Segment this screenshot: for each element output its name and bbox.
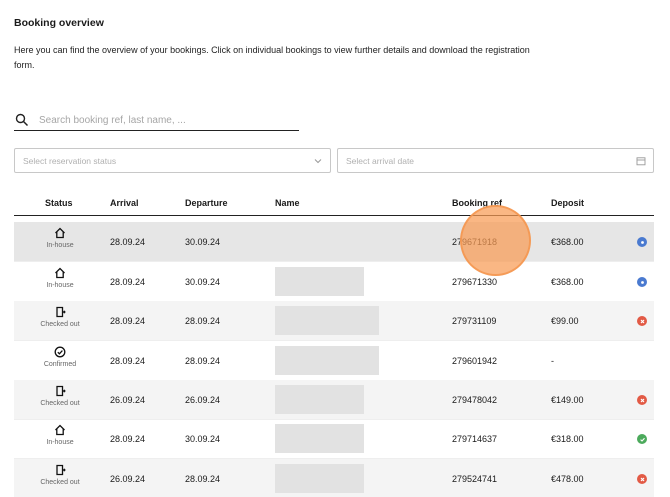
status-cell: In-house	[30, 267, 90, 289]
name-redacted	[275, 424, 364, 453]
column-booking-ref[interactable]: Booking ref	[452, 198, 502, 208]
check-circle-icon[interactable]	[637, 434, 647, 444]
deposit-amount: €318.00	[551, 434, 584, 444]
arrival-date: 26.09.24	[110, 395, 146, 405]
x-circle-icon[interactable]	[637, 316, 647, 326]
arrival-date: 28.09.24	[110, 434, 146, 444]
x-circle-icon[interactable]	[637, 474, 647, 484]
column-status[interactable]: Status	[45, 198, 73, 208]
name-redacted	[275, 306, 379, 335]
name-redacted	[275, 346, 379, 375]
reservation-status-select[interactable]: Select reservation status	[14, 148, 331, 173]
departure-date: 28.09.24	[185, 474, 221, 484]
deposit-amount: €368.00	[551, 277, 584, 287]
status-label: In-house	[46, 282, 74, 289]
table-row[interactable]: Confirmed 28.09.24 28.09.24 279601942 -	[14, 341, 654, 381]
status-cell: Checked out	[30, 306, 90, 328]
status-label: Checked out	[40, 321, 80, 328]
departure-date: 28.09.24	[185, 356, 221, 366]
status-cell: In-house	[30, 227, 90, 249]
check-circle-icon	[54, 346, 66, 358]
booking-ref: 279524741	[452, 474, 498, 484]
door-exit-icon	[56, 306, 66, 318]
table-header: Status Arrival Departure Name Booking re…	[14, 196, 654, 216]
table-row[interactable]: Checked out 26.09.24 26.09.24 279478042 …	[14, 380, 654, 420]
status-cell: Confirmed	[30, 346, 90, 368]
status-label: In-house	[46, 242, 74, 249]
departure-date: 30.09.24	[185, 277, 221, 287]
booking-ref: 279478042	[452, 395, 498, 405]
table-row[interactable]: Checked out 28.09.24 28.09.24 279731109 …	[14, 301, 654, 341]
name-redacted	[275, 385, 364, 414]
search-input[interactable]	[39, 114, 279, 126]
house-icon	[55, 227, 65, 239]
deposit-amount: €149.00	[551, 395, 584, 405]
house-icon	[55, 267, 65, 279]
column-departure[interactable]: Departure	[185, 198, 228, 208]
arrival-date: 26.09.24	[110, 474, 146, 484]
booking-ref: 279714637	[452, 434, 498, 444]
arrival-date: 28.09.24	[110, 277, 146, 287]
arrival-date: 28.09.24	[110, 316, 146, 326]
departure-date: 30.09.24	[185, 237, 221, 247]
door-exit-icon	[56, 464, 66, 476]
name-redacted	[275, 464, 364, 493]
chevron-down-icon	[314, 158, 322, 163]
status-label: Confirmed	[43, 361, 77, 368]
departure-date: 30.09.24	[185, 434, 221, 444]
status-cell: Checked out	[30, 385, 90, 407]
departure-date: 26.09.24	[185, 395, 221, 405]
door-exit-icon	[56, 385, 66, 397]
arrival-date: 28.09.24	[110, 356, 146, 366]
status-label: Checked out	[40, 479, 80, 486]
deposit-amount: -	[551, 356, 554, 366]
column-name[interactable]: Name	[275, 198, 300, 208]
info-icon[interactable]	[637, 237, 647, 247]
status-cell: In-house	[30, 424, 90, 446]
search-icon	[15, 113, 29, 127]
status-label: Checked out	[40, 400, 80, 407]
deposit-amount: €478.00	[551, 474, 584, 484]
x-circle-icon[interactable]	[637, 395, 647, 405]
table-row[interactable]: In-house 28.09.24 30.09.24 279671918 €36…	[14, 222, 654, 262]
arrival-date-placeholder: Select arrival date	[346, 155, 415, 166]
name-redacted	[275, 267, 364, 296]
arrival-date: 28.09.24	[110, 237, 146, 247]
table-row[interactable]: In-house 28.09.24 30.09.24 279714637 €31…	[14, 419, 654, 459]
booking-ref: 279731109	[452, 316, 497, 326]
table-row[interactable]: Checked out 26.09.24 28.09.24 279524741 …	[14, 459, 654, 497]
calendar-icon	[636, 156, 646, 165]
column-arrival[interactable]: Arrival	[110, 198, 139, 208]
page-description: Here you can find the overview of your b…	[14, 45, 530, 70]
column-deposit[interactable]: Deposit	[551, 198, 584, 208]
page-title: Booking overview	[14, 17, 104, 29]
deposit-amount: €368.00	[551, 237, 584, 247]
table-row[interactable]: In-house 28.09.24 30.09.24 279671330 €36…	[14, 262, 654, 302]
booking-ref: 279671918	[452, 237, 498, 247]
info-icon[interactable]	[637, 277, 647, 287]
arrival-date-picker[interactable]: Select arrival date	[337, 148, 654, 173]
reservation-status-placeholder: Select reservation status	[23, 155, 117, 166]
deposit-amount: €99.00	[551, 316, 579, 326]
departure-date: 28.09.24	[185, 316, 221, 326]
booking-ref: 279601942	[452, 356, 498, 366]
status-cell: Checked out	[30, 464, 90, 486]
status-label: In-house	[46, 439, 74, 446]
booking-ref: 279671330	[452, 277, 498, 287]
house-icon	[55, 424, 65, 436]
search-bar[interactable]	[14, 110, 299, 131]
